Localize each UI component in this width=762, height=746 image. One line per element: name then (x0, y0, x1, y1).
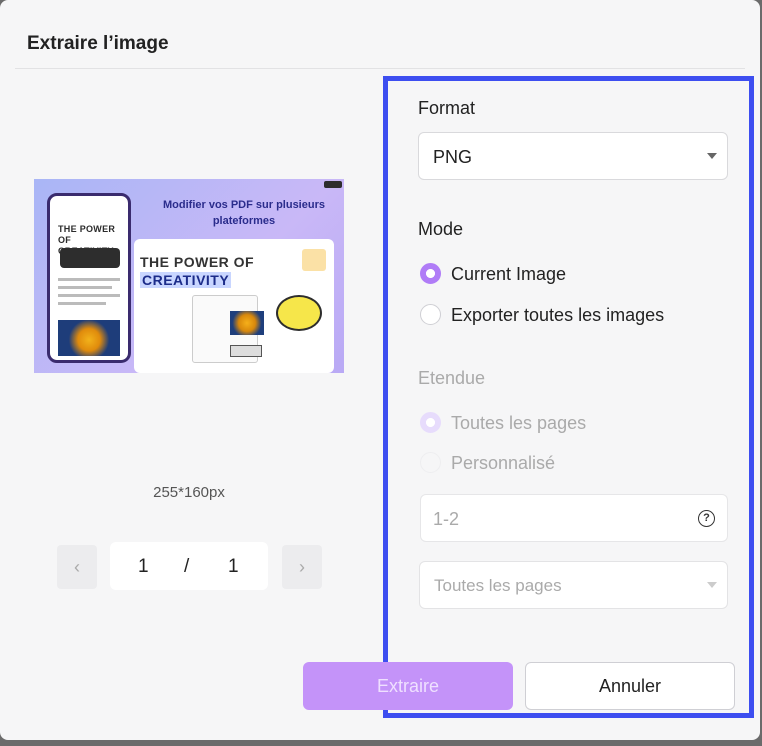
phone-title-line1: THE POWER OF (58, 224, 116, 245)
mode-export-all-label[interactable]: Exporter toutes les images (451, 305, 664, 326)
phone-text-line (58, 294, 120, 297)
document-sheet: THE POWER OF CREATIVITY (134, 239, 334, 373)
image-preview: THE POWER OF CREATIVITY Modifier vos PDF … (34, 179, 344, 373)
range-all-pages-label: Toutes les pages (451, 413, 587, 433)
extract-image-dialog: Extraire l’image THE POWER OF CREATIVITY … (0, 0, 760, 740)
page-subset-select: Toutes les pages (419, 561, 728, 609)
sheet-cloud (276, 295, 322, 331)
page-range-input[interactable] (433, 507, 693, 531)
range-label: Etendue (418, 368, 486, 388)
chevron-right-icon: › (299, 556, 305, 577)
question-circle-icon[interactable]: ? (698, 510, 715, 527)
cancel-button[interactable]: Annuler (525, 662, 735, 710)
caret-down-icon (707, 582, 717, 588)
page-separator: / (184, 556, 190, 577)
caret-down-icon (707, 153, 717, 159)
mode-export-all-radio[interactable] (420, 304, 441, 325)
mode-label: Mode (418, 219, 464, 239)
current-page[interactable]: 1 (138, 556, 149, 578)
sheet-title: THE POWER OF CREATIVITY (140, 253, 254, 289)
chevron-left-icon: ‹ (74, 556, 80, 577)
format-label: Format (418, 98, 476, 118)
phone-toolbar (60, 248, 120, 268)
preview-heading: Modifier vos PDF sur plusieurs plateform… (163, 199, 325, 227)
phone-photo (58, 320, 120, 356)
sheet-photo (230, 311, 264, 335)
mode-current-image-radio[interactable] (420, 263, 441, 284)
next-page-button[interactable]: › (282, 545, 322, 589)
phone-text-line (58, 278, 120, 281)
range-custom-label: Personnalisé (451, 453, 556, 473)
total-pages: 1 (228, 556, 239, 577)
logo-badge (324, 181, 342, 188)
sheet-title-line2: CREATIVITY (140, 272, 232, 288)
dialog-title: Extraire l’image (27, 33, 169, 54)
title-divider (15, 68, 745, 69)
mode-current-image-label[interactable]: Current Image (451, 264, 566, 285)
format-select[interactable]: PNG (418, 132, 728, 180)
page-indicator: 1 / 1 (110, 542, 268, 590)
sheet-title-line1: THE POWER OF (140, 254, 255, 270)
range-all-pages-radio (420, 412, 441, 433)
phone-text-line (58, 302, 106, 305)
extract-button[interactable]: Extraire (303, 662, 513, 710)
phone-text-line (58, 286, 112, 289)
sheet-button (230, 345, 262, 357)
page-range-input-wrapper: ? (420, 494, 728, 542)
image-size-label: 255*160px (153, 484, 225, 501)
phone-mockup: THE POWER OFCREATIVITY (47, 193, 131, 363)
format-select-value: PNG (433, 147, 473, 167)
range-custom-radio (420, 452, 441, 473)
sheet-note (302, 249, 326, 271)
page-subset-value: Toutes les pages (434, 576, 562, 595)
prev-page-button[interactable]: ‹ (57, 545, 97, 589)
